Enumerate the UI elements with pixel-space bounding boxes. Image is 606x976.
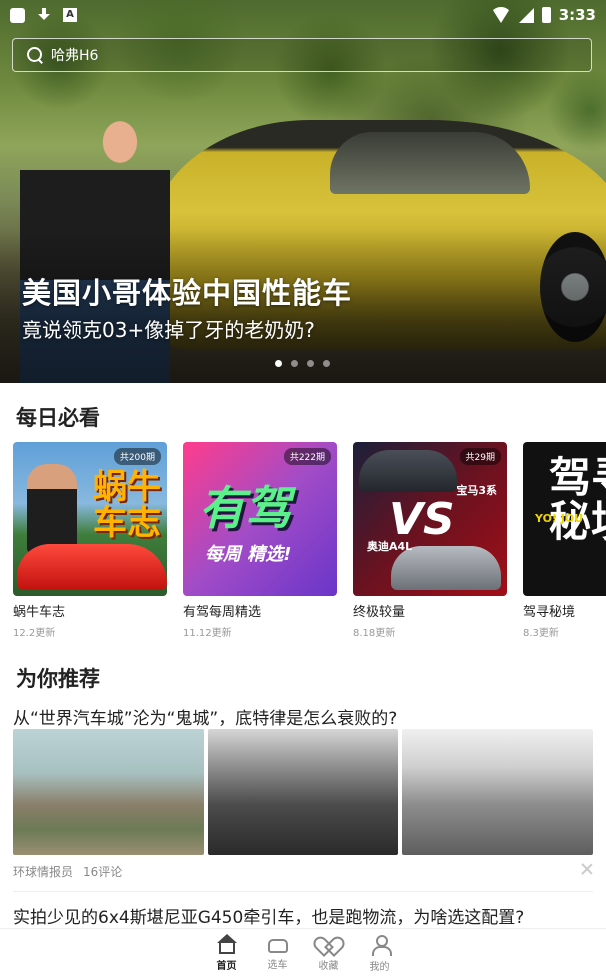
hero-banner[interactable]: A 3:33 哈弗H6 美国小哥体验中国性能车 竟说领克03+像掉了牙的老奶奶? [0, 0, 606, 383]
battery-icon [541, 7, 551, 23]
hero-title: 美国小哥体验中国性能车 [22, 276, 353, 310]
search-placeholder: 哈弗H6 [51, 48, 99, 64]
card-cover[interactable]: 有驾 每周 精选! 共222期 [183, 442, 337, 596]
wifi-icon [490, 7, 511, 23]
card-update-date: 8.18更新 [353, 628, 396, 639]
article-image-row[interactable] [13, 729, 594, 855]
nav-item-favorites[interactable]: 收藏 [315, 929, 343, 976]
daily-section-title: 每日必看 [16, 406, 100, 430]
nav-label: 首页 [216, 961, 237, 972]
cover-subtext: 每周 精选! [205, 544, 292, 565]
nav-item-home[interactable]: 首页 [213, 929, 241, 976]
close-icon[interactable] [580, 862, 594, 876]
episode-badge: 共200期 [113, 448, 161, 465]
card-title[interactable]: 驾寻秘境 [523, 601, 606, 620]
home-icon [216, 934, 237, 954]
page-dot [275, 360, 282, 367]
recommend-section-title: 为你推荐 [16, 667, 100, 691]
article-image[interactable] [402, 729, 594, 855]
person-icon [371, 935, 392, 956]
cover-label-a: 宝马3系 [456, 484, 497, 497]
page-dot [323, 360, 330, 367]
hero-subtitle: 竟说领克03+像掉了牙的老奶奶? [22, 318, 315, 342]
app-square-icon [10, 7, 25, 23]
signal-icon [518, 7, 534, 23]
search-bar[interactable]: 哈弗H6 [12, 38, 592, 72]
episode-badge: 共222期 [283, 448, 331, 465]
bottom-nav: 首页 选车 收藏 我的 [0, 928, 606, 976]
article-title[interactable]: 从“世界汽车城”沦为“鬼城”，底特律是怎么衰败的? [13, 704, 397, 729]
card-title[interactable]: 有驾每周精选 [183, 601, 337, 620]
car-icon [267, 939, 288, 953]
heart-icon [320, 938, 338, 954]
cover-text: 驾寻 秘境 [549, 453, 606, 547]
hero-car-window [330, 132, 530, 194]
card-title[interactable]: 终极较量 [353, 601, 507, 620]
daily-card[interactable]: 驾寻 秘境 YO! JOU 驾寻秘境 8.3更新 [523, 442, 606, 639]
article-source: 环球情报员 [13, 865, 74, 879]
cover-label-b: 奥迪A4L [367, 540, 413, 553]
article-image[interactable] [13, 729, 204, 855]
card-cover[interactable]: 驾寻 秘境 YO! JOU [523, 442, 606, 596]
nav-item-mine[interactable]: 我的 [366, 929, 394, 976]
hero-page-indicator [275, 360, 330, 367]
divider [13, 891, 593, 892]
cover-text: 蜗牛 车志 [93, 467, 161, 543]
card-update-date: 12.2更新 [13, 628, 56, 639]
article-title[interactable]: 实拍少见的6x4斯堪尼亚G450牵引车，也是跑物流，为啥选这配置? [13, 903, 524, 928]
daily-card[interactable]: 蜗牛 车志 共200期 蜗牛车志 12.2更新 [13, 442, 167, 639]
download-icon [37, 7, 51, 23]
cover-car-a [359, 450, 457, 492]
article-meta: 环球情报员 16评论 [13, 863, 122, 880]
cover-text: 有驾 [199, 481, 291, 535]
search-icon [27, 47, 43, 63]
card-update-date: 8.3更新 [523, 628, 559, 639]
card-update-date: 11.12更新 [183, 628, 232, 639]
daily-card[interactable]: 宝马3系 VS 奥迪A4L 共29期 终极较量 8.18更新 [353, 442, 507, 639]
card-cover[interactable]: 宝马3系 VS 奥迪A4L 共29期 [353, 442, 507, 596]
card-cover[interactable]: 蜗牛 车志 共200期 [13, 442, 167, 596]
nav-label: 收藏 [318, 961, 339, 972]
status-bar: A 3:33 [0, 0, 606, 30]
a-badge-icon: A [63, 8, 77, 22]
status-time: 3:33 [558, 6, 596, 24]
card-title[interactable]: 蜗牛车志 [13, 601, 167, 620]
page-dot [291, 360, 298, 367]
cover-car [17, 544, 167, 590]
episode-badge: 共29期 [459, 448, 501, 465]
daily-card-row[interactable]: 蜗牛 车志 共200期 蜗牛车志 12.2更新 有驾 每周 精选! 共222期 … [13, 442, 606, 642]
daily-card[interactable]: 有驾 每周 精选! 共222期 有驾每周精选 11.12更新 [183, 442, 337, 639]
nav-item-choose-car[interactable]: 选车 [264, 929, 292, 976]
article-image[interactable] [207, 729, 399, 855]
nav-label: 选车 [267, 960, 288, 971]
cover-tag: YO! JOU [535, 512, 584, 525]
nav-label: 我的 [369, 962, 390, 973]
page-dot [307, 360, 314, 367]
article-comments: 16评论 [83, 865, 123, 879]
cover-person [27, 464, 77, 554]
